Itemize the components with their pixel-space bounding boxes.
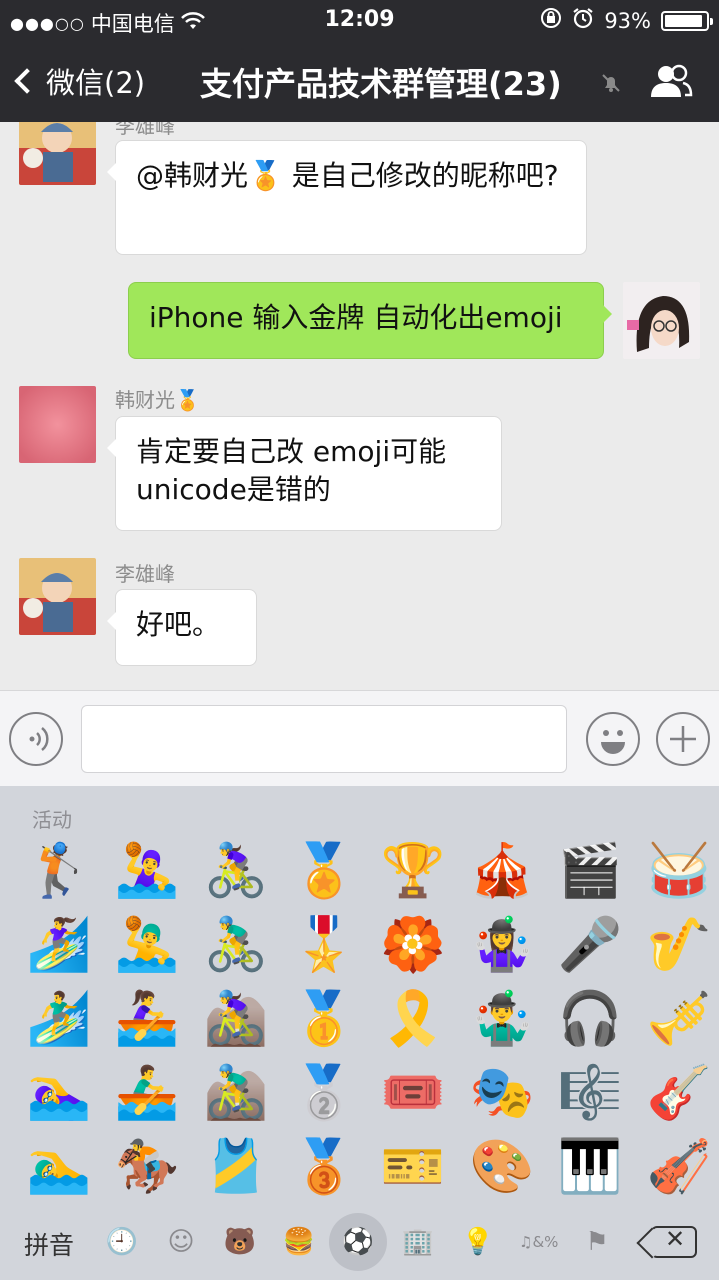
emoji-key[interactable]: 🎨 bbox=[467, 1132, 537, 1202]
emoji-key[interactable]: 🎹 bbox=[555, 1132, 625, 1202]
message-text: iPhone 输入金牌 自动化出emoji bbox=[149, 301, 563, 334]
people-icon bbox=[651, 64, 693, 97]
emoji-key[interactable]: 🏆 bbox=[378, 836, 448, 906]
emoji-grid: 🏌️ 🤽‍♀️ 🚴‍♀️ 🏅 🏆 🎪 🎬 🥁 🏄‍♀️ 🤽‍♂️ 🚴‍♂️ 🎖️ 🏵️ 🤹‍♀️ 🎤 🎷 🏄‍♂… bbox=[14, 836, 714, 1206]
voice-icon bbox=[29, 727, 49, 751]
group-members-button[interactable] bbox=[649, 64, 693, 98]
nav-bar: 微信(2) 支付产品技术群管理(23) bbox=[0, 40, 719, 122]
recent-tab-icon[interactable]: 🕘 bbox=[104, 1224, 140, 1260]
emoji-key[interactable]: 🏅 bbox=[289, 836, 359, 906]
emoji-key[interactable]: 🚣‍♂️ bbox=[112, 1058, 182, 1128]
mute-bell-icon bbox=[600, 72, 622, 99]
emoji-key[interactable]: 🎭 bbox=[467, 1058, 537, 1128]
message-text: 好吧。 bbox=[136, 608, 221, 641]
emoji-key[interactable]: 🎷 bbox=[644, 910, 714, 980]
objects-tab-icon[interactable]: 💡 bbox=[460, 1224, 496, 1260]
emoji-key[interactable]: 🎬 bbox=[555, 836, 625, 906]
emoji-key[interactable]: 🎟️ bbox=[378, 1058, 448, 1128]
pinyin-button[interactable]: 拼音 bbox=[24, 1226, 74, 1262]
emoji-key[interactable]: 🎗️ bbox=[378, 984, 448, 1054]
emoji-key[interactable]: 🏄‍♀️ bbox=[24, 910, 94, 980]
message-input[interactable] bbox=[81, 705, 567, 773]
emoji-key[interactable]: 🤽‍♀️ bbox=[112, 836, 182, 906]
emoji-key[interactable]: 🤹‍♀️ bbox=[467, 910, 537, 980]
emoji-key[interactable]: 🎸 bbox=[644, 1058, 714, 1128]
emoji-key[interactable]: 🎧 bbox=[555, 984, 625, 1054]
activity-tab-icon[interactable]: ⚽ bbox=[329, 1213, 387, 1271]
emoji-key[interactable]: 🚣‍♀️ bbox=[112, 984, 182, 1054]
emoji-key[interactable]: 🎖️ bbox=[289, 910, 359, 980]
voice-button[interactable] bbox=[9, 712, 63, 766]
emoji-key[interactable]: 🏄‍♂️ bbox=[24, 984, 94, 1054]
emoji-key[interactable]: 🥉 bbox=[289, 1132, 359, 1202]
baby-photo-icon bbox=[19, 122, 96, 185]
animals-tab-icon[interactable]: 🐻 bbox=[222, 1224, 258, 1260]
message-bubble[interactable]: 肯定要自己改 emoji可能unicode是错的 bbox=[107, 416, 502, 531]
message-bubble[interactable]: 好吧。 bbox=[107, 589, 257, 666]
chevron-left-icon bbox=[14, 68, 40, 94]
smileys-tab-icon[interactable]: ☺ bbox=[163, 1224, 199, 1260]
chat-title: 支付产品技术群管理(23) bbox=[200, 65, 562, 103]
emoji-key[interactable]: 🎺 bbox=[644, 984, 714, 1054]
sender-name: 李雄峰 bbox=[115, 122, 175, 138]
category-label: 活动 bbox=[32, 808, 72, 832]
emoji-key[interactable]: 🎤 bbox=[555, 910, 625, 980]
avatar[interactable] bbox=[19, 122, 96, 185]
emoji-key[interactable]: 🎫 bbox=[378, 1132, 448, 1202]
baby-photo-icon bbox=[19, 558, 96, 635]
emoji-key[interactable]: 🚵‍♀️ bbox=[201, 984, 271, 1054]
flags-tab-icon[interactable]: ⚑ bbox=[579, 1224, 615, 1260]
emoji-button[interactable] bbox=[586, 712, 640, 766]
input-bar bbox=[0, 690, 719, 786]
emoji-key[interactable]: 🚴‍♂️ bbox=[201, 910, 271, 980]
emoji-key[interactable]: 🏇 bbox=[112, 1132, 182, 1202]
emoji-key[interactable]: 🤹‍♂️ bbox=[467, 984, 537, 1054]
emoji-key[interactable]: 🏊‍♂️ bbox=[24, 1132, 94, 1202]
back-label: 微信(2) bbox=[46, 66, 146, 100]
emoji-key[interactable]: 🎼 bbox=[555, 1058, 625, 1128]
avatar[interactable] bbox=[19, 558, 96, 635]
more-button[interactable] bbox=[656, 712, 710, 766]
girl-photo-icon bbox=[623, 282, 700, 359]
back-button[interactable]: 微信(2) bbox=[14, 60, 146, 102]
chat-area[interactable]: 李雄峰 @韩财光🏅 是自己修改的昵称吧? iPhone 输入金牌 自动化出emo… bbox=[0, 122, 719, 690]
avatar[interactable] bbox=[19, 386, 96, 463]
message-text: @韩财光🏅 是自己修改的昵称吧? bbox=[136, 159, 559, 192]
battery-icon bbox=[661, 10, 713, 31]
emoji-key[interactable]: 🎪 bbox=[467, 836, 537, 906]
top-bar: ●●●○○ 中国电信 12:09 93% 微信(2) 支付产品技术群管理(23) bbox=[0, 0, 719, 122]
emoji-key[interactable]: 🥁 bbox=[644, 836, 714, 906]
emoji-key[interactable]: 🎽 bbox=[201, 1132, 271, 1202]
smiley-icon bbox=[601, 730, 625, 754]
sender-name: 李雄峰 bbox=[115, 562, 175, 586]
emoji-key[interactable]: 🏵️ bbox=[378, 910, 448, 980]
food-tab-icon[interactable]: 🍔 bbox=[281, 1224, 317, 1260]
delete-button[interactable]: ✕ bbox=[651, 1225, 697, 1258]
keyboard-bottom-row: 拼音 🕘 ☺ 🐻 🍔 ⚽ 🏢 💡 ♫&% ⚑ ✕ bbox=[0, 1206, 719, 1280]
rotation-lock-icon bbox=[540, 7, 562, 34]
plus-icon bbox=[670, 726, 696, 752]
sender-name: 韩财光🏅 bbox=[115, 388, 200, 412]
emoji-key[interactable]: 🏊‍♀️ bbox=[24, 1058, 94, 1128]
travel-tab-icon[interactable]: 🏢 bbox=[400, 1224, 436, 1260]
status-bar: ●●●○○ 中国电信 12:09 93% bbox=[0, 0, 719, 40]
emoji-keyboard: 活动 🏌️ 🤽‍♀️ 🚴‍♀️ 🏅 🏆 🎪 🎬 🥁 🏄‍♀️ 🤽‍♂️ 🚴‍♂️ 🎖️ 🏵️ 🤹‍♀️ 🎤 🎷… bbox=[0, 786, 719, 1280]
emoji-key[interactable]: 🚴‍♀️ bbox=[201, 836, 271, 906]
emoji-key[interactable]: 🥇 bbox=[289, 984, 359, 1054]
emoji-key[interactable]: 🚵‍♂️ bbox=[201, 1058, 271, 1128]
alarm-icon bbox=[572, 7, 594, 34]
symbols-tab-icon[interactable]: ♫&% bbox=[519, 1224, 558, 1260]
emoji-key[interactable]: 🤽‍♂️ bbox=[112, 910, 182, 980]
emoji-key[interactable]: 🎻 bbox=[644, 1132, 714, 1202]
emoji-key[interactable]: 🏌️ bbox=[24, 836, 94, 906]
delete-icon: ✕ bbox=[665, 1225, 686, 1253]
message-bubble[interactable]: @韩财光🏅 是自己修改的昵称吧? bbox=[107, 140, 587, 255]
pink-avatar-icon bbox=[19, 386, 96, 463]
message-text: 肯定要自己改 emoji可能unicode是错的 bbox=[136, 435, 447, 506]
message-bubble-self[interactable]: iPhone 输入金牌 自动化出emoji bbox=[128, 282, 612, 359]
my-avatar[interactable] bbox=[623, 282, 700, 359]
emoji-key[interactable]: 🥈 bbox=[289, 1058, 359, 1128]
battery-percent: 93% bbox=[604, 8, 651, 33]
